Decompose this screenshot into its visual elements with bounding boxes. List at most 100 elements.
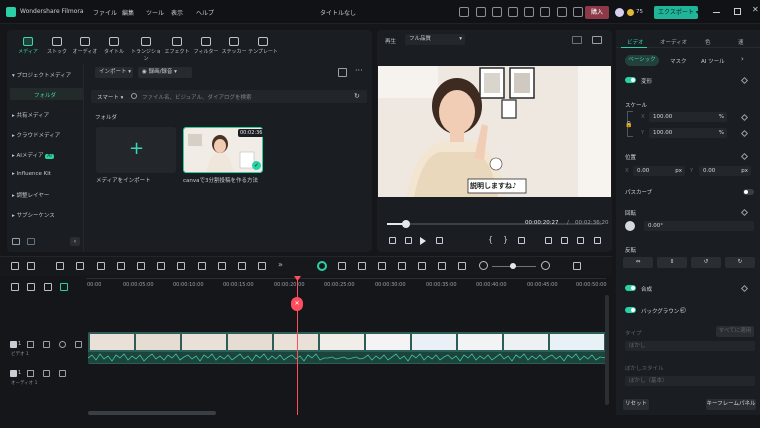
playhead-handle[interactable]: ✕: [291, 297, 303, 311]
fullscreen-icon[interactable]: [594, 237, 601, 244]
previous-frame-icon[interactable]: [389, 237, 396, 244]
clip-options-icon[interactable]: [518, 237, 525, 244]
perspective-toggle[interactable]: [743, 189, 754, 195]
background-toggle[interactable]: [625, 307, 636, 313]
crop-icon[interactable]: [137, 262, 145, 270]
freeze-icon[interactable]: [218, 262, 226, 270]
picture-icon[interactable]: [438, 262, 446, 270]
stop-icon[interactable]: [436, 237, 443, 244]
undo-icon[interactable]: [56, 262, 64, 270]
close-icon[interactable]: ✕: [752, 5, 759, 14]
send-icon[interactable]: [476, 7, 486, 17]
flip-horizontal-button[interactable]: ⇔: [623, 257, 653, 268]
composite-toggle[interactable]: [625, 285, 636, 291]
redo-icon[interactable]: [76, 262, 84, 270]
new-folder-icon[interactable]: [12, 238, 20, 245]
zoom-in-icon[interactable]: [541, 261, 550, 270]
rect-icon[interactable]: [177, 262, 185, 270]
snap-icon[interactable]: [44, 283, 52, 291]
link-icon[interactable]: [27, 283, 35, 291]
filter-sort-icon[interactable]: [338, 68, 347, 77]
home-icon[interactable]: [459, 7, 469, 17]
tab-media[interactable]: メディア: [13, 37, 43, 55]
search-input[interactable]: ファイル名、ビジュアル、ダイアログを検索: [142, 93, 342, 101]
more-tools-icon[interactable]: »: [278, 260, 283, 269]
apply-all-button[interactable]: すべてに適用: [716, 326, 754, 337]
color-icon[interactable]: [238, 262, 246, 270]
video-clip[interactable]: [88, 332, 606, 364]
grid-icon[interactable]: [573, 7, 583, 17]
minimize-icon[interactable]: [713, 12, 720, 13]
video-track-lock-icon[interactable]: [43, 341, 50, 348]
rotate-left-button[interactable]: ↺: [691, 257, 721, 268]
grid-view-icon[interactable]: [573, 262, 581, 270]
subtab-ai-tools[interactable]: AI ツール: [701, 57, 725, 65]
audio-adjust-icon[interactable]: [258, 262, 266, 270]
zoom-out-icon[interactable]: [479, 261, 488, 270]
menu-tools[interactable]: ツール: [146, 8, 164, 17]
zoom-slider-handle[interactable]: [510, 263, 516, 269]
tab-templates[interactable]: テンプレート: [248, 37, 278, 55]
quality-dropdown[interactable]: フル品質 ▾: [405, 34, 465, 45]
tab-effects[interactable]: エフェクト: [162, 37, 192, 55]
playback-progress-track[interactable]: [387, 223, 602, 225]
help-icon[interactable]: [680, 307, 686, 313]
scale-x-input[interactable]: 100.00%: [649, 112, 727, 122]
timeline-vertical-scrollbar[interactable]: [605, 295, 609, 405]
download-icon[interactable]: [557, 7, 567, 17]
camera-snapshot-icon[interactable]: [561, 237, 568, 244]
step-back-icon[interactable]: [405, 237, 412, 244]
scissors-icon[interactable]: [117, 262, 125, 270]
info-icon[interactable]: [492, 7, 502, 17]
volume-icon[interactable]: [577, 237, 584, 244]
collapse-sidebar-icon[interactable]: ‹: [70, 237, 80, 246]
audio-track-lock-icon[interactable]: [43, 370, 50, 377]
tab-filters[interactable]: フィルター: [191, 37, 221, 55]
tab-stock[interactable]: ストック: [42, 37, 72, 55]
sidebar-item-influence-kit[interactable]: ▸ Influence Kit: [12, 171, 51, 177]
rotation-dial[interactable]: [625, 221, 635, 231]
subtab-basic[interactable]: ベーシック: [625, 55, 659, 66]
ai-icon[interactable]: [338, 262, 346, 270]
video-preview[interactable]: [378, 66, 611, 197]
position-x-input[interactable]: 0.00 px: [633, 166, 685, 176]
transform-toggle[interactable]: [625, 77, 636, 83]
audio-track-volume-icon[interactable]: [59, 370, 66, 377]
effects-tl-icon[interactable]: [358, 262, 366, 270]
video-track-eye-icon[interactable]: [59, 341, 66, 348]
monitor-icon[interactable]: [508, 7, 518, 17]
scale-y-input[interactable]: 100.00%: [649, 128, 727, 138]
timeline-horizontal-scrollbar[interactable]: [88, 411, 216, 415]
chevron-right-icon[interactable]: ›: [741, 55, 744, 63]
sidebar-item-cloud-media[interactable]: ▸ クラウドメディア: [12, 131, 60, 139]
audio-track-folder-icon[interactable]: [27, 370, 34, 377]
sidebar-item-project-media[interactable]: ▾ プロジェクトメディア: [12, 71, 71, 79]
delete-icon[interactable]: [97, 262, 105, 270]
library-icon[interactable]: [524, 7, 534, 17]
tab-color[interactable]: 色: [705, 38, 711, 46]
sidebar-item-shared-media[interactable]: ▸ 共有メディア: [12, 111, 49, 119]
import-button[interactable]: インポート ▾: [95, 67, 133, 78]
tab-speed[interactable]: 速: [738, 38, 744, 46]
text-tool-icon[interactable]: [157, 262, 165, 270]
tab-video[interactable]: ビデオ: [627, 38, 644, 46]
sidebar-item-folder[interactable]: フォルダ: [34, 91, 56, 99]
export-button[interactable]: エクスポート ▾: [654, 6, 698, 19]
rotate-right-button[interactable]: ↻: [725, 257, 755, 268]
tab-titles[interactable]: タイトル: [99, 37, 129, 55]
maximize-icon[interactable]: [734, 8, 741, 15]
video-track-audio-icon[interactable]: [75, 341, 82, 348]
smart-search-dropdown[interactable]: スマート ▾: [97, 93, 123, 101]
magnet-icon[interactable]: [60, 283, 68, 291]
more-options-icon[interactable]: ···: [355, 66, 363, 75]
image-icon[interactable]: [592, 36, 602, 44]
tab-stickers[interactable]: ステッカー: [219, 37, 249, 55]
sidebar-item-adjust-layer[interactable]: ▸ 調整レイヤー: [12, 191, 49, 199]
reset-button[interactable]: リセット: [623, 399, 649, 410]
rotation-input[interactable]: 0.00°: [644, 221, 754, 231]
refresh-icon[interactable]: ↻: [354, 92, 360, 100]
folder-icon[interactable]: [27, 238, 35, 245]
avatar[interactable]: [615, 8, 624, 17]
keyframe-panel-button[interactable]: キーフレームパネル: [706, 399, 756, 410]
snapshot-layout-icon[interactable]: [572, 36, 582, 44]
